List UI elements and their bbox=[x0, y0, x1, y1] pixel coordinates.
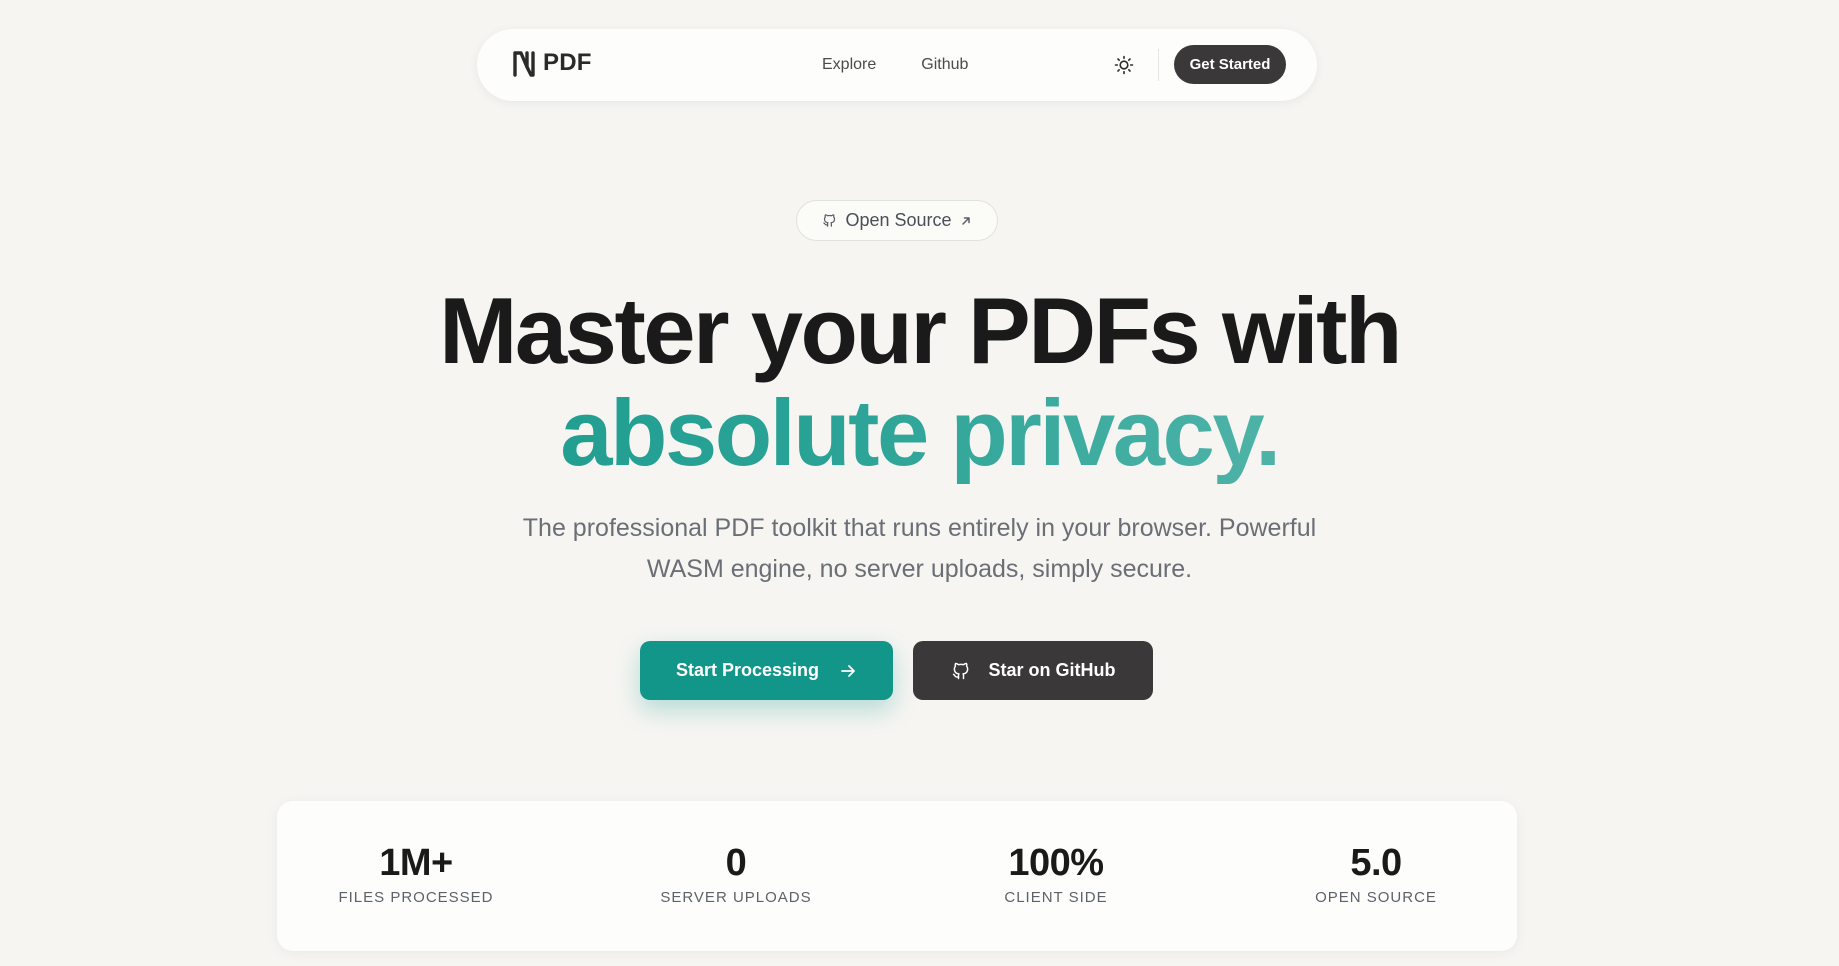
github-icon bbox=[952, 662, 968, 679]
hero-subtitle-line2: WASM engine, no server uploads, simply s… bbox=[646, 555, 1193, 583]
hero-title: Master your PDFs with absolute privacy. bbox=[0, 280, 1839, 484]
logo-icon bbox=[513, 51, 535, 77]
stat-client-side: 100% CLIENT SIDE bbox=[946, 841, 1166, 906]
stat-label: FILES PROCESSED bbox=[338, 889, 494, 906]
hero-subtitle-line1: The professional PDF toolkit that runs e… bbox=[522, 514, 1317, 542]
stat-value: 5.0 bbox=[1350, 842, 1402, 884]
arrow-right-icon bbox=[841, 664, 855, 677]
start-processing-button[interactable]: Start Processing bbox=[640, 641, 893, 700]
stat-label: OPEN SOURCE bbox=[1315, 889, 1437, 906]
star-on-github-label: Star on GitHub bbox=[988, 660, 1116, 680]
github-icon bbox=[823, 214, 836, 227]
stat-label: CLIENT SIDE bbox=[1004, 889, 1108, 906]
theme-toggle-button[interactable] bbox=[1110, 51, 1138, 79]
stat-files-processed: 1M+ FILES PROCESSED bbox=[306, 841, 526, 906]
start-processing-label: Start Processing bbox=[675, 660, 820, 680]
brand-name: PDF bbox=[543, 49, 592, 76]
brand-logo[interactable]: PDF bbox=[511, 49, 592, 77]
star-on-github-button[interactable]: Star on GitHub bbox=[913, 641, 1153, 700]
nav-link-explore[interactable]: Explore bbox=[822, 56, 876, 74]
nav-link-github[interactable]: Github bbox=[921, 56, 968, 74]
hero-title-line1: Master your PDFs with bbox=[439, 278, 1402, 383]
nav-links: Explore Github bbox=[822, 29, 968, 101]
open-source-badge[interactable]: Open Source bbox=[796, 200, 998, 241]
get-started-button[interactable]: Get Started bbox=[1174, 45, 1286, 84]
stat-value: 0 bbox=[725, 842, 747, 884]
stats-panel: 1M+ FILES PROCESSED 0 SERVER UPLOADS 100… bbox=[277, 801, 1517, 951]
hero-title-accent: absolute privacy. bbox=[0, 382, 1839, 484]
sun-icon bbox=[1114, 55, 1134, 75]
stat-server-uploads: 0 SERVER UPLOADS bbox=[626, 841, 846, 906]
top-navbar: PDF Explore Github Get Started bbox=[477, 29, 1317, 101]
nav-divider bbox=[1158, 49, 1159, 81]
stat-open-source: 5.0 OPEN SOURCE bbox=[1266, 841, 1486, 906]
stat-value: 1M+ bbox=[379, 842, 453, 884]
stat-value: 100% bbox=[1008, 842, 1104, 884]
badge-label: Open Source bbox=[845, 210, 952, 230]
arrow-up-right-icon bbox=[961, 216, 970, 225]
stat-label: SERVER UPLOADS bbox=[660, 889, 812, 906]
hero-subtitle: The professional PDF toolkit that runs e… bbox=[0, 508, 1839, 590]
